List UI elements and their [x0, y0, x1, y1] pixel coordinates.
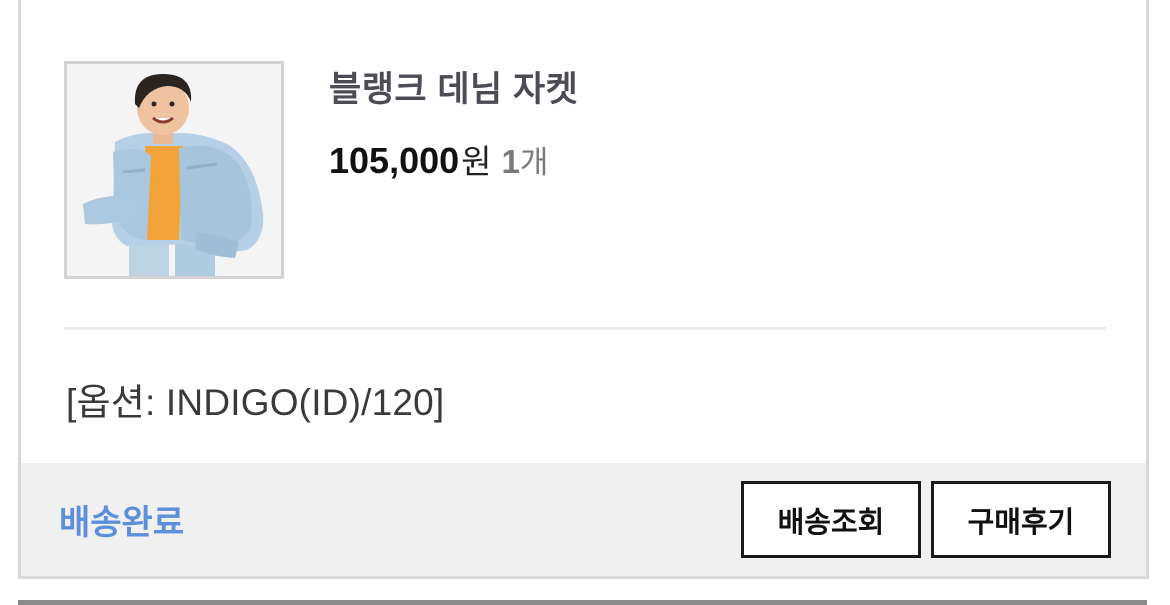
price-unit: 원 — [461, 143, 492, 180]
order-footer: 배송완료 배송조회 구매후기 — [21, 463, 1146, 576]
option-text: [옵션: INDIGO(ID)/120] — [66, 382, 445, 423]
product-name[interactable]: 블랭크 데님 자켓 — [329, 61, 578, 112]
product-photo-icon — [67, 64, 281, 276]
quantity-unit: 개 — [519, 145, 549, 180]
track-delivery-button[interactable]: 배송조회 — [741, 481, 921, 558]
next-card-top-border — [18, 600, 1147, 605]
quantity-value: 1 — [501, 143, 520, 180]
product-thumbnail[interactable] — [64, 61, 284, 279]
price-quantity-line: 105,000원 1개 — [329, 135, 548, 183]
divider — [64, 327, 1106, 330]
order-item-card: 블랭크 데님 자켓 105,000원 1개 [옵션: INDIGO(ID)/120… — [18, 0, 1149, 579]
delivery-status: 배송완료 — [59, 504, 185, 542]
write-review-button[interactable]: 구매후기 — [931, 481, 1111, 558]
price-value: 105,000 — [329, 140, 460, 181]
